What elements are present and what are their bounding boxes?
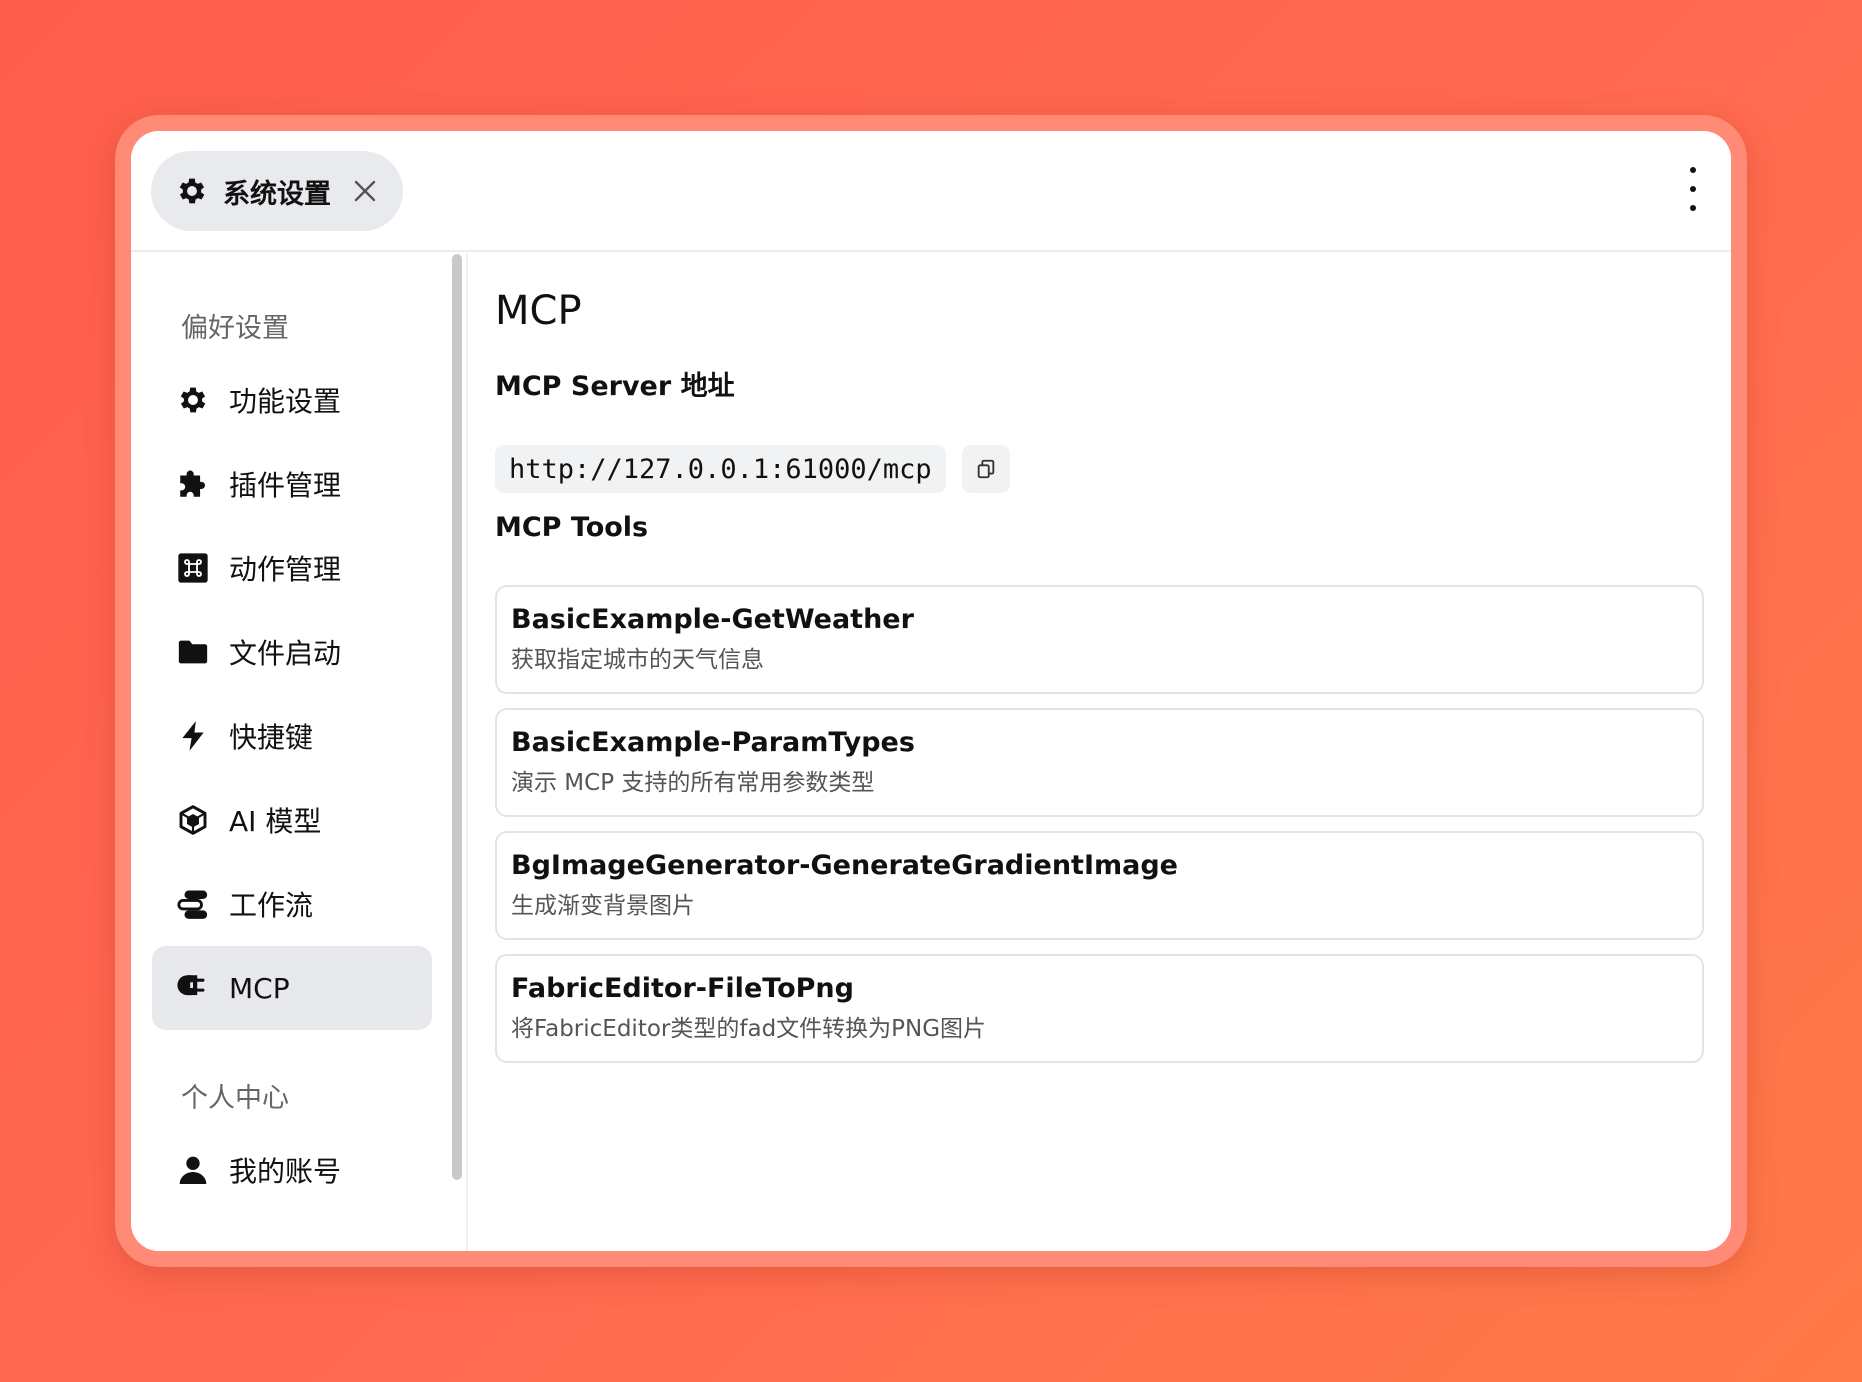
gear-icon — [176, 383, 210, 417]
folder-icon — [176, 635, 210, 669]
window-header: 系统设置 — [131, 131, 1731, 252]
sidebar-item-label: AI 模型 — [229, 805, 322, 838]
settings-window: 系统设置 偏好设置 功能设置 插件管理 动作管理 文件启动 快捷键 AI 模型 … — [131, 131, 1731, 1251]
tool-description: 获取指定城市的天气信息 — [511, 647, 764, 673]
server-url-field[interactable]: http://127.0.0.1:61000/mcp — [495, 445, 946, 493]
sidebar-scrollbar[interactable] — [452, 254, 462, 1180]
sidebar: 偏好设置 功能设置 插件管理 动作管理 文件启动 快捷键 AI 模型 工作流 M… — [131, 254, 466, 1251]
server-address-heading: MCP Server 地址 — [495, 371, 735, 402]
command-icon — [176, 551, 210, 585]
sidebar-item-features[interactable]: 功能设置 — [152, 358, 432, 442]
puzzle-icon — [176, 467, 210, 501]
tool-name: BasicExample-GetWeather — [511, 604, 914, 635]
gear-icon — [175, 174, 209, 208]
workflow-icon — [176, 887, 210, 921]
tool-name: FabricEditor-FileToPng — [511, 973, 854, 1004]
sidebar-item-label: MCP — [229, 971, 290, 1005]
close-icon[interactable] — [351, 177, 379, 205]
tool-card[interactable]: BasicExample-GetWeather 获取指定城市的天气信息 — [495, 585, 1704, 694]
tool-description: 将FabricEditor类型的fad文件转换为PNG图片 — [511, 1016, 987, 1042]
copy-button[interactable] — [962, 445, 1010, 493]
sidebar-item-label: 工作流 — [229, 889, 314, 922]
main-content: MCP MCP Server 地址 http://127.0.0.1:61000… — [468, 254, 1731, 1251]
tab-label: 系统设置 — [223, 178, 331, 210]
tool-description: 生成渐变背景图片 — [511, 893, 695, 919]
sidebar-item-my-account[interactable]: 我的账号 — [152, 1128, 432, 1212]
copy-icon — [975, 458, 997, 480]
server-url-text: http://127.0.0.1:61000/mcp — [509, 453, 932, 485]
tool-card[interactable]: BasicExample-ParamTypes 演示 MCP 支持的所有常用参数… — [495, 708, 1704, 817]
tool-name: BasicExample-ParamTypes — [511, 727, 915, 758]
tab-system-settings[interactable]: 系统设置 — [151, 151, 403, 231]
user-icon — [176, 1153, 210, 1187]
sidebar-item-actions[interactable]: 动作管理 — [152, 526, 432, 610]
sidebar-item-label: 动作管理 — [229, 553, 342, 586]
tool-name: BgImageGenerator-GenerateGradientImage — [511, 850, 1178, 881]
sidebar-item-label: 功能设置 — [229, 385, 342, 418]
sidebar-item-label: 文件启动 — [229, 637, 342, 670]
plug-icon — [176, 971, 210, 1005]
tool-card[interactable]: BgImageGenerator-GenerateGradientImage 生… — [495, 831, 1704, 940]
tool-card[interactable]: FabricEditor-FileToPng 将FabricEditor类型的f… — [495, 954, 1704, 1063]
sidebar-item-plugins[interactable]: 插件管理 — [152, 442, 432, 526]
page-title: MCP — [495, 288, 582, 334]
tools-heading: MCP Tools — [495, 512, 649, 543]
sidebar-item-ai-models[interactable]: AI 模型 — [152, 778, 432, 862]
sidebar-item-label: 我的账号 — [229, 1155, 342, 1188]
section-title-personal-center: 个人中心 — [181, 1083, 289, 1114]
sidebar-item-mcp[interactable]: MCP — [152, 946, 432, 1030]
bolt-icon — [176, 719, 210, 753]
sidebar-item-label: 快捷键 — [229, 721, 314, 754]
sidebar-item-label: 插件管理 — [229, 469, 342, 502]
cube-icon — [176, 803, 210, 837]
sidebar-item-file-launch[interactable]: 文件启动 — [152, 610, 432, 694]
more-vertical-icon[interactable] — [1685, 167, 1701, 211]
sidebar-item-workflow[interactable]: 工作流 — [152, 862, 432, 946]
section-title-preferences: 偏好设置 — [181, 313, 289, 344]
tool-description: 演示 MCP 支持的所有常用参数类型 — [511, 770, 875, 796]
sidebar-item-shortcuts[interactable]: 快捷键 — [152, 694, 432, 778]
